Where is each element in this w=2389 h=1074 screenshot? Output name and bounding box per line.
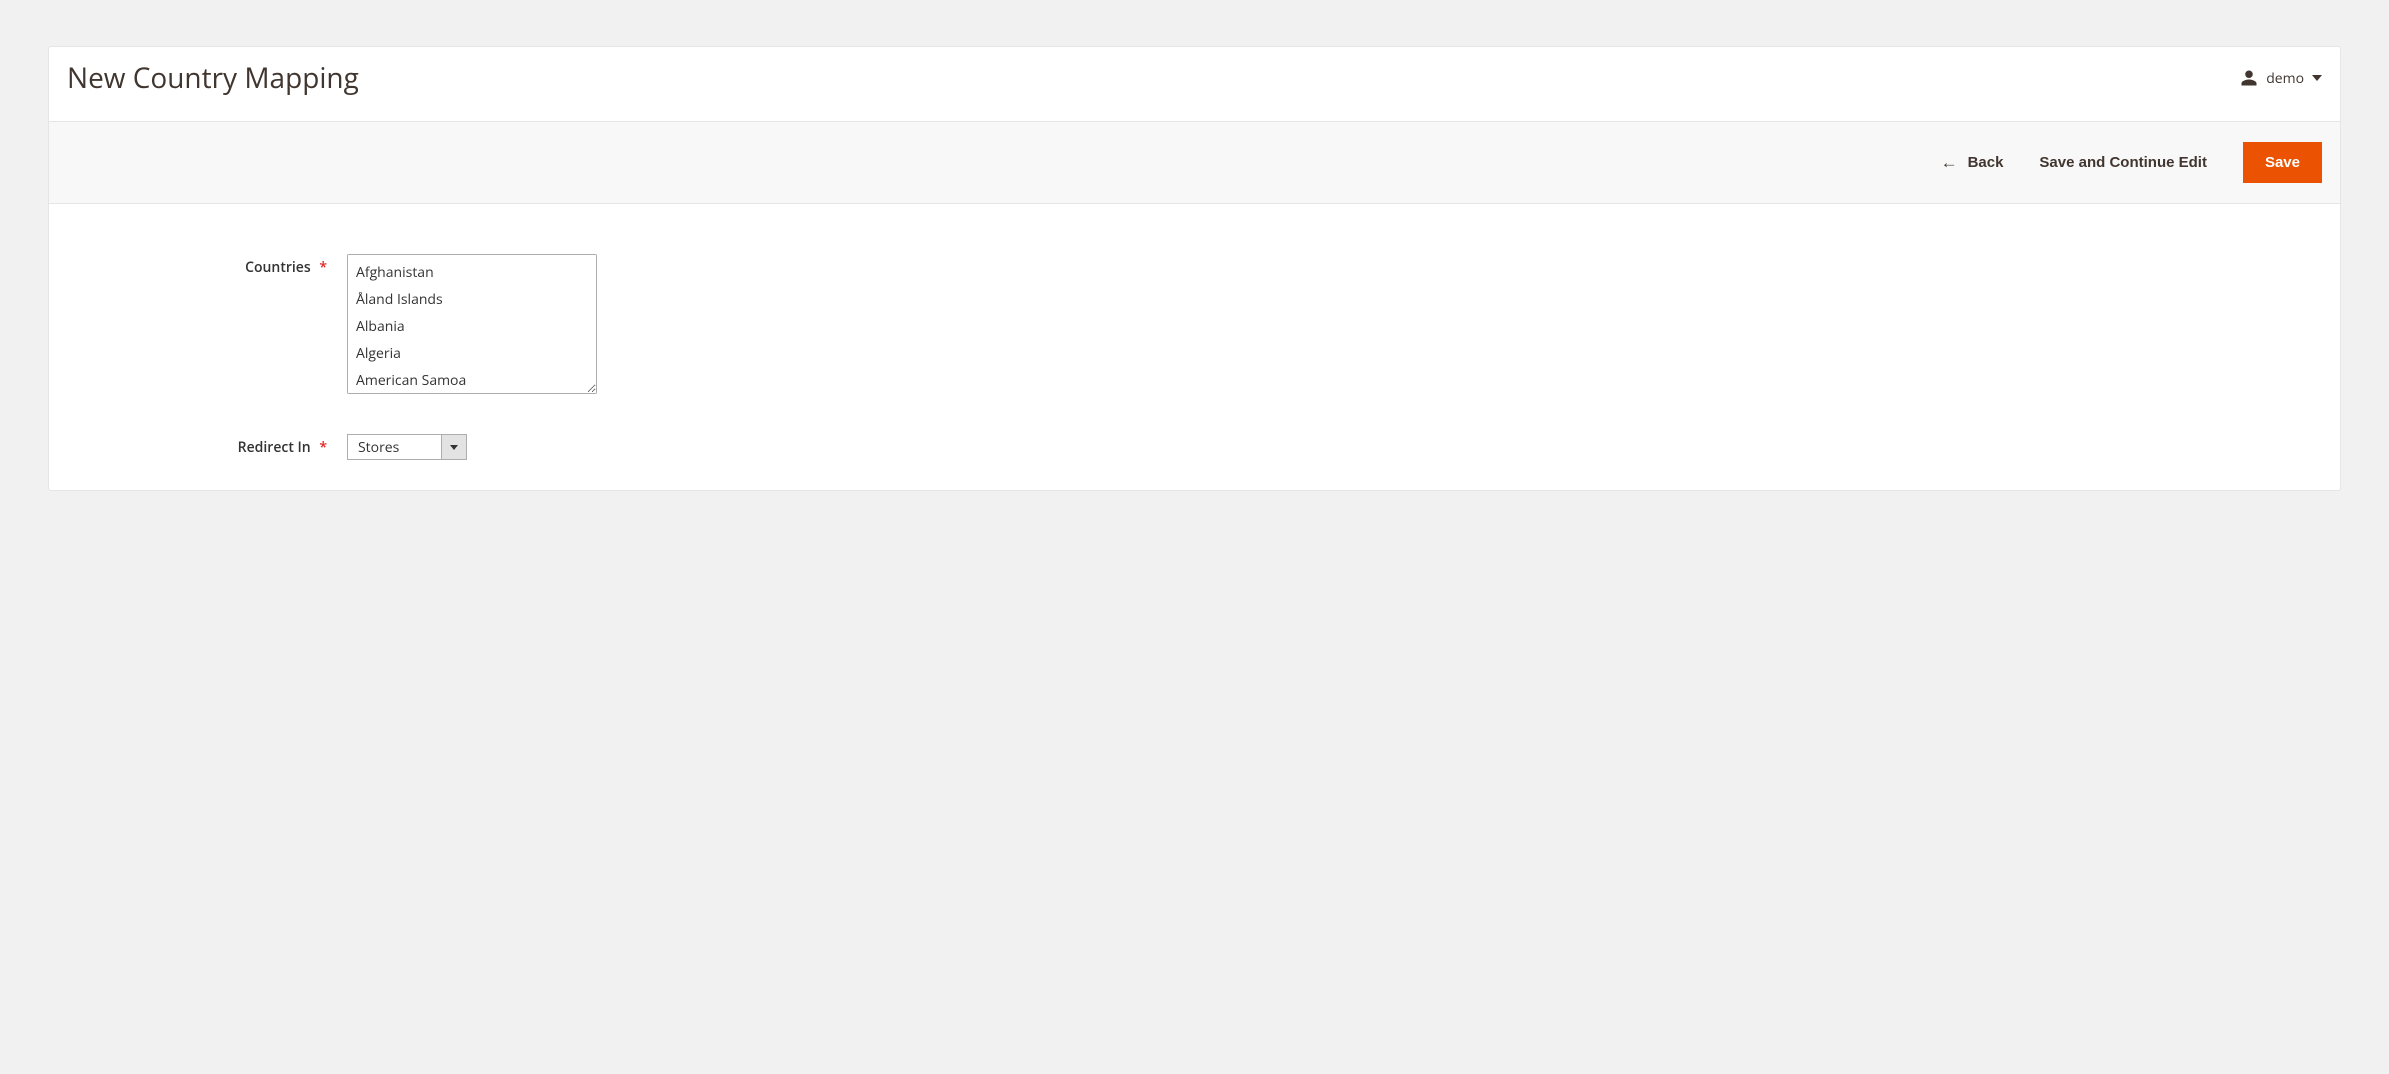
countries-control: AfghanistanÅland IslandsAlbaniaAlgeriaAm… [347,254,597,394]
select-toggle[interactable] [441,434,467,460]
country-option[interactable]: Afghanistan [354,259,590,286]
save-continue-button[interactable]: Save and Continue Edit [2039,154,2207,171]
save-button[interactable]: Save [2243,142,2322,183]
back-button[interactable]: ← Back [1941,154,2004,171]
form-area: Countries * AfghanistanÅland IslandsAlba… [49,204,2340,490]
redirect-in-row: Redirect In * Stores [67,434,2322,460]
country-option[interactable]: Åland Islands [354,286,590,313]
country-option[interactable]: Algeria [354,340,590,367]
arrow-left-icon: ← [1941,154,1958,171]
countries-row: Countries * AfghanistanÅland IslandsAlba… [67,254,2322,394]
page-header: New Country Mapping demo [49,47,2340,121]
redirect-in-label: Redirect In * [67,438,347,457]
redirect-in-control: Stores [347,434,467,460]
caret-down-icon [450,445,458,450]
save-continue-label: Save and Continue Edit [2039,154,2207,171]
required-mark: * [319,438,327,457]
countries-label: Countries * [67,254,347,277]
country-option[interactable]: American Samoa [354,367,590,394]
page-title: New Country Mapping [67,59,359,97]
countries-label-text: Countries [245,258,311,277]
save-label: Save [2265,154,2300,171]
countries-multiselect[interactable]: AfghanistanÅland IslandsAlbaniaAlgeriaAm… [347,254,597,394]
action-bar: ← Back Save and Continue Edit Save [49,121,2340,204]
required-mark: * [319,258,327,277]
user-label: demo [2266,69,2304,88]
back-label: Back [1968,154,2004,171]
country-option[interactable]: Albania [354,313,590,340]
caret-down-icon [2312,75,2322,81]
user-icon [2240,69,2258,87]
redirect-in-value: Stores [347,434,441,460]
user-menu[interactable]: demo [2240,69,2322,88]
redirect-in-label-text: Redirect In [238,438,311,457]
redirect-in-select[interactable]: Stores [347,434,467,460]
main-panel: New Country Mapping demo ← Back Save and… [48,46,2341,491]
